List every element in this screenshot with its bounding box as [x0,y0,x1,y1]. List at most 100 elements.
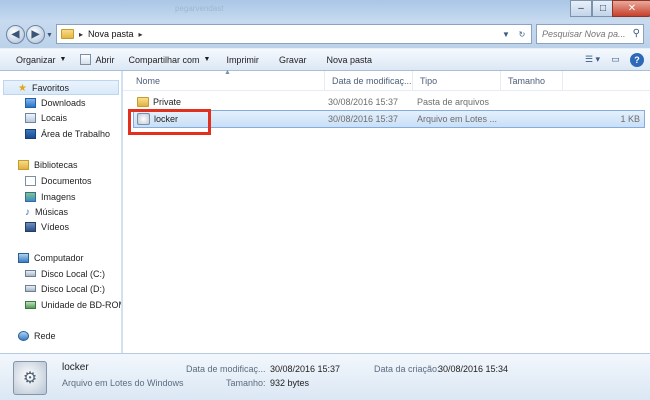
nav-documents-label: Documentos [41,175,92,186]
folder-icon [137,97,149,107]
column-type[interactable]: Tipo [413,71,501,91]
column-size[interactable]: Tamanho [501,71,563,91]
minimize-button[interactable]: – [570,0,592,17]
arrow-left-icon: ◀ [11,29,20,40]
nav-bd-rom[interactable]: Unidade de BD-ROM [25,297,122,312]
recent-pages-chevron-icon[interactable]: ▼ [46,32,53,39]
nav-disk-d-label: Disco Local (D:) [41,283,106,294]
column-headers: ▲ Nome Data de modificaç... Tipo Tamanho [123,69,650,91]
nav-network[interactable]: Rede [18,328,56,343]
column-modified[interactable]: Data de modificaç... [325,71,413,91]
close-button[interactable]: ✕ [612,0,650,17]
navigation-pane: ★ Favoritos Downloads Locais Área de Tra… [0,71,122,353]
nav-disk-d[interactable]: Disco Local (D:) [25,281,105,296]
column-size-label: Tamanho [508,76,546,86]
details-created-value: 30/08/2016 15:34 [438,364,509,374]
nav-desktop[interactable]: Área de Trabalho [25,126,110,141]
nav-music-label: Músicas [35,206,69,217]
highlight-annotation [128,109,211,135]
view-options-icon[interactable]: ☰ ▾ [584,51,601,68]
open-button[interactable]: Abrir [74,50,120,69]
search-input[interactable] [542,29,628,39]
nav-computer-label: Computador [34,252,84,263]
file-modified: 30/08/2016 15:37 [328,114,399,124]
details-created-label: Data da criação: [374,364,440,374]
breadcrumb-chevron-icon[interactable]: ▸ [139,30,143,39]
breadcrumb-nova-pasta[interactable]: Nova pasta [88,29,134,39]
preview-pane-icon[interactable]: ▭ [607,51,624,68]
back-button[interactable]: ◀ [6,25,25,44]
nav-images-label: Imagens [41,191,76,202]
file-size: 1 KB [620,114,640,124]
column-name[interactable]: Nome [129,71,325,91]
nav-bd-rom-label: Unidade de BD-ROM [41,299,122,310]
images-icon [25,191,36,202]
nav-downloads[interactable]: Downloads [25,95,86,110]
column-type-label: Tipo [420,76,438,86]
music-icon: ♪ [25,206,30,218]
nav-favorites-label: Favoritos [31,82,69,93]
burn-button[interactable]: Gravar [273,50,313,69]
nav-disk-c-label: Disco Local (C:) [41,268,106,279]
details-modified-value: 30/08/2016 15:37 [270,364,341,374]
nav-disk-c[interactable]: Disco Local (C:) [25,266,105,281]
nav-locais-label: Locais [41,112,68,123]
share-button[interactable]: Compartilhar com ▼ [122,50,216,69]
nav-favorites[interactable]: ★ Favoritos [3,80,119,95]
organize-label: Organizar [16,54,56,65]
address-bar[interactable]: ▸ Nova pasta ▸ ▼ ↻ [56,24,532,44]
nav-music[interactable]: ♪ Músicas [25,204,68,219]
nav-downloads-label: Downloads [41,97,86,108]
nav-videos[interactable]: Vídeos [25,219,69,234]
address-dropdown-icon[interactable]: ▼ [499,27,513,41]
burn-label: Gravar [278,54,307,65]
details-size-label: Tamanho: [226,378,266,388]
maximize-button[interactable]: □ [592,0,614,17]
forward-button[interactable]: ▶ [26,25,45,44]
hard-disk-icon [25,285,36,292]
search-icon[interactable]: ⚲ [633,28,640,39]
column-name-label: Nome [136,76,161,86]
nav-libraries[interactable]: Bibliotecas [18,157,78,172]
computer-icon [18,252,29,263]
details-modified-label: Data de modificaç... [186,364,266,374]
nav-libraries-label: Bibliotecas [34,159,78,170]
share-label: Compartilhar com [128,54,200,65]
nav-network-label: Rede [34,330,56,341]
batch-file-large-icon: ⚙ [13,361,47,395]
chevron-down-icon: ▼ [203,56,211,63]
organize-button[interactable]: Organizar ▼ [10,50,72,69]
breadcrumb-chevron-icon[interactable]: ▸ [79,30,83,39]
details-file-type: Arquivo em Lotes do Windows [62,378,184,388]
file-modified: 30/08/2016 15:37 [328,97,399,107]
recent-places-icon [25,112,36,123]
videos-icon [25,221,36,232]
new-folder-label: Nova pasta [326,54,372,65]
chevron-down-icon: ▼ [59,56,67,63]
help-icon[interactable]: ? [630,52,644,67]
nav-images[interactable]: Imagens [25,189,76,204]
column-modified-label: Data de modificaç... [332,76,412,86]
details-file-name: locker [62,362,89,373]
nav-computer[interactable]: Computador [18,250,84,265]
arrow-right-icon: ▶ [31,29,40,40]
nav-locais[interactable]: Locais [25,110,67,125]
details-pane: ⚙ locker Arquivo em Lotes do Windows Dat… [0,353,650,400]
file-name-cell: Private [137,94,181,110]
folder-icon [61,29,74,39]
title-bar: pegarvendast – □ ✕ [0,0,650,20]
nav-desktop-label: Área de Trabalho [41,128,111,139]
open-label: Abrir [95,54,115,65]
refresh-icon[interactable]: ↻ [515,27,529,41]
file-type: Arquivo em Lotes ... [417,114,498,124]
libraries-icon [18,159,29,170]
search-box[interactable]: ⚲ [536,24,644,44]
print-label: Imprimir [226,54,259,65]
documents-icon [25,175,36,186]
nav-documents[interactable]: Documentos [25,173,92,188]
desktop-icon [25,128,36,139]
open-icon [80,54,92,65]
print-button[interactable]: Imprimir [220,50,265,69]
new-folder-button[interactable]: Nova pasta [320,50,378,69]
star-icon: ★ [18,82,27,94]
